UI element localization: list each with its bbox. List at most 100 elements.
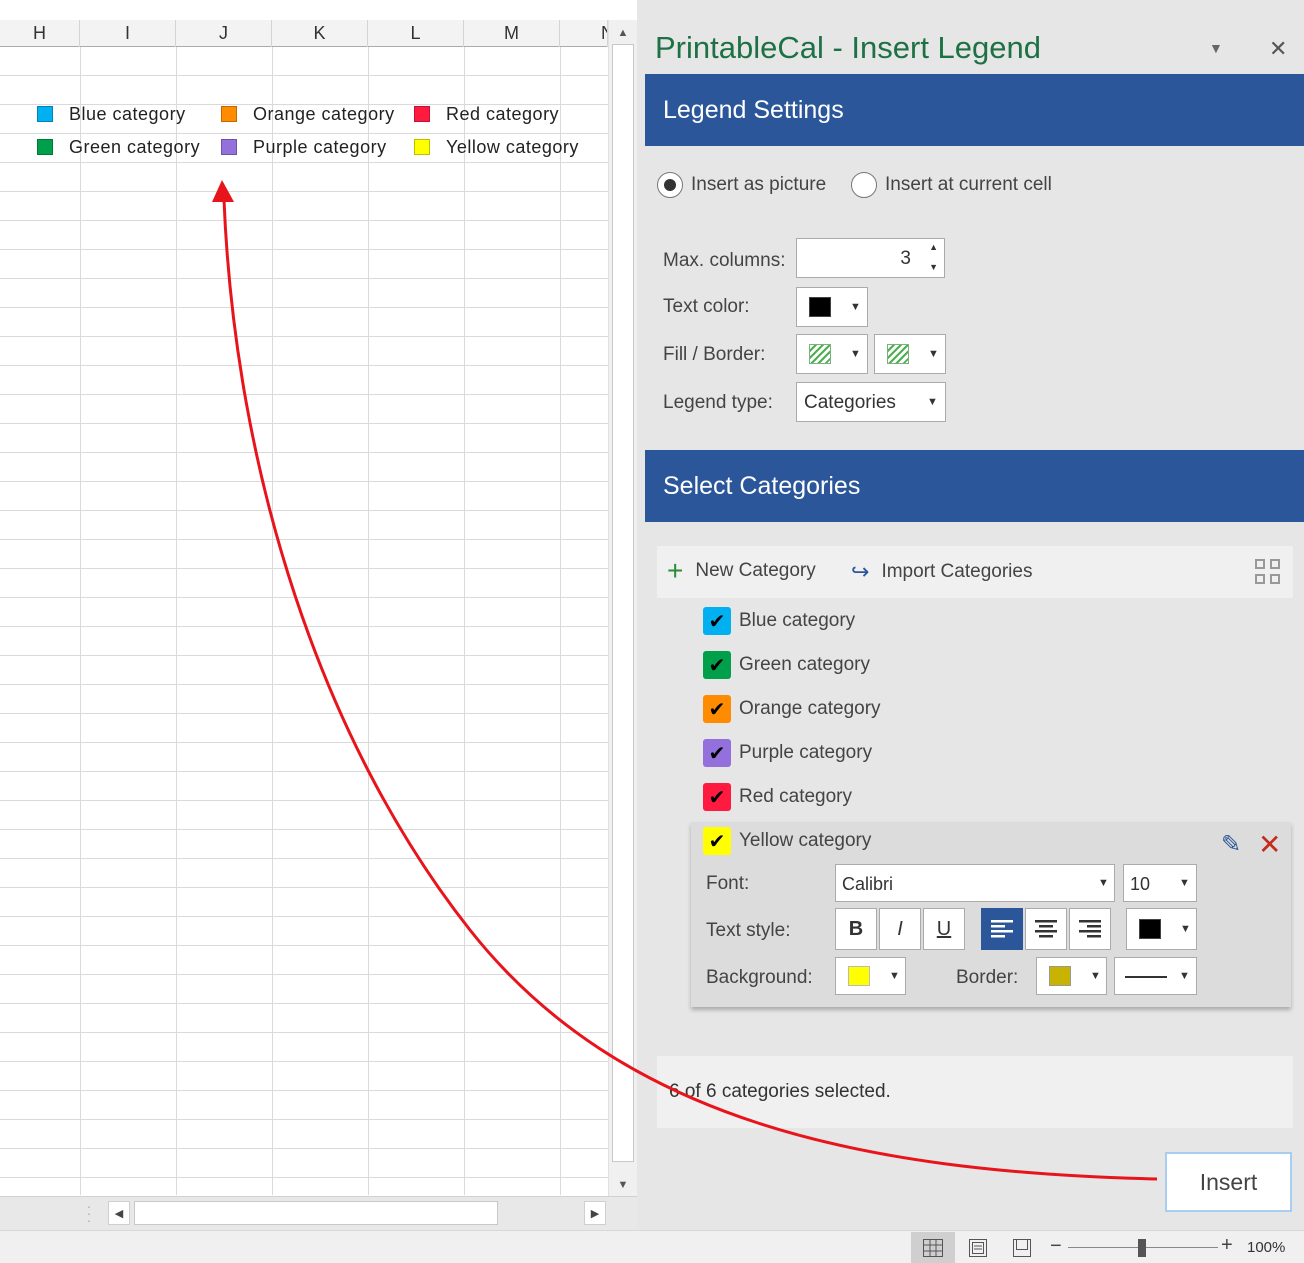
checkbox-checked-icon[interactable]: ✔ [703, 739, 731, 767]
legend-item: Blue category [37, 102, 186, 126]
insert-legend-pane: PrintableCal - Insert Legend ▼ ✕ Legend … [637, 0, 1304, 1230]
italic-button[interactable]: I [879, 908, 921, 950]
normal-view-icon[interactable] [911, 1232, 955, 1263]
cell-grid[interactable] [0, 47, 608, 1195]
pane-options-icon[interactable]: ▼ [1209, 40, 1223, 56]
vertical-scrollbar[interactable]: ▲ ▼ [608, 20, 637, 1196]
select-categories-heading: Select Categories [645, 450, 1304, 522]
chevron-down-icon: ▼ [928, 348, 939, 360]
underline-button[interactable]: U [923, 908, 965, 950]
plus-icon: + [667, 555, 684, 586]
import-categories-button[interactable]: ↪ Import Categories [851, 559, 1032, 585]
checkbox-checked-icon[interactable]: ✔ [703, 651, 731, 679]
spin-down-icon[interactable]: ▼ [929, 262, 938, 272]
import-arrow-icon: ↪ [851, 559, 870, 584]
category-item-red[interactable]: ✔ Red category [703, 782, 852, 812]
border-line-style-select[interactable]: ▼ [1114, 957, 1197, 995]
checkbox-checked-icon[interactable]: ✔ [703, 695, 731, 723]
legend-item: Yellow category [414, 135, 579, 159]
checkbox-checked-icon[interactable]: ✔ [703, 607, 731, 635]
column-header-l[interactable]: L [368, 20, 464, 47]
legend-label: Yellow category [446, 136, 579, 157]
border-color-picker[interactable]: ▼ [874, 334, 946, 374]
split-handle-icon[interactable]: · · · [84, 1199, 94, 1227]
align-right-icon[interactable] [1069, 908, 1111, 950]
category-text-color-picker[interactable]: ▼ [1126, 908, 1197, 950]
scroll-up-icon[interactable]: ▲ [612, 22, 634, 44]
category-item-green[interactable]: ✔ Green category [703, 650, 870, 680]
background-swatch [848, 966, 870, 986]
close-icon[interactable]: ✕ [1269, 36, 1287, 62]
chevron-down-icon: ▼ [889, 970, 900, 982]
zoom-slider-thumb[interactable] [1138, 1239, 1146, 1257]
edit-pencil-icon[interactable]: ✎ [1221, 830, 1241, 859]
inserted-legend[interactable]: Blue category Orange category Red catego… [0, 100, 608, 166]
page-break-view-icon[interactable] [1000, 1232, 1044, 1263]
selection-status-box: 6 of 6 categories selected. [657, 1056, 1293, 1128]
text-color-picker[interactable]: ▼ [796, 287, 868, 327]
align-left-icon[interactable] [981, 908, 1023, 950]
vertical-scroll-thumb[interactable] [612, 44, 634, 1162]
column-header-h[interactable]: H [0, 20, 80, 47]
column-header-k[interactable]: K [272, 20, 368, 47]
line-style-icon [1125, 976, 1167, 978]
insert-at-cell-option[interactable]: Insert at current cell [851, 172, 1052, 198]
category-label: Blue category [739, 610, 856, 631]
border-swatch [887, 344, 909, 364]
insert-button[interactable]: Insert [1165, 1152, 1292, 1212]
category-toolbar: + New Category ↪ Import Categories [657, 546, 1293, 598]
max-columns-stepper[interactable]: 3 ▲ ▼ [796, 238, 945, 278]
legend-label: Orange category [253, 103, 395, 124]
fill-border-label: Fill / Border: [663, 344, 766, 365]
chevron-down-icon: ▼ [1179, 970, 1190, 982]
import-categories-label: Import Categories [881, 561, 1033, 582]
column-header-j[interactable]: J [176, 20, 272, 47]
fill-swatch [809, 344, 831, 364]
category-item-blue[interactable]: ✔ Blue category [703, 606, 855, 636]
max-columns-value: 3 [900, 248, 911, 269]
font-select[interactable]: Calibri ▼ [835, 864, 1115, 902]
column-header-i[interactable]: I [80, 20, 176, 47]
grid-view-icon[interactable] [1255, 559, 1281, 585]
category-item-yellow[interactable]: ✔ Yellow category [703, 826, 871, 856]
category-label: Yellow category [739, 830, 872, 851]
category-item-purple[interactable]: ✔ Purple category [703, 738, 872, 768]
column-header-m[interactable]: M [464, 20, 560, 47]
category-item-orange[interactable]: ✔ Orange category [703, 694, 881, 724]
font-value: Calibri [842, 874, 894, 894]
align-center-icon[interactable] [1025, 908, 1067, 950]
scroll-left-icon[interactable]: ◀ [108, 1201, 130, 1225]
spin-up-icon[interactable]: ▲ [929, 242, 938, 252]
status-bar: − + 100% [0, 1230, 1304, 1263]
text-color-swatch [1139, 919, 1161, 939]
font-size-select[interactable]: 10 ▼ [1123, 864, 1197, 902]
legend-item: Orange category [221, 102, 395, 126]
pane-title: PrintableCal - Insert Legend [655, 30, 1042, 65]
legend-swatch [221, 106, 237, 122]
checkbox-checked-icon[interactable]: ✔ [703, 827, 731, 855]
column-header-n[interactable]: N [560, 20, 608, 47]
fill-color-picker[interactable]: ▼ [796, 334, 868, 374]
horizontal-scroll-thumb[interactable] [134, 1201, 498, 1225]
border-color-select[interactable]: ▼ [1036, 957, 1107, 995]
zoom-in-icon[interactable]: + [1221, 1234, 1233, 1257]
legend-item: Red category [414, 102, 559, 126]
scroll-down-icon[interactable]: ▼ [612, 1174, 634, 1196]
new-category-button[interactable]: + New Category [667, 557, 816, 585]
delete-x-icon[interactable]: ✕ [1258, 828, 1281, 861]
legend-swatch [37, 106, 53, 122]
background-color-picker[interactable]: ▼ [835, 957, 906, 995]
legend-label: Purple category [253, 136, 387, 157]
zoom-out-icon[interactable]: − [1050, 1235, 1062, 1258]
legend-type-select[interactable]: Categories ▼ [796, 382, 946, 422]
zoom-level[interactable]: 100% [1247, 1239, 1285, 1256]
insert-as-picture-option[interactable]: Insert as picture [657, 172, 826, 198]
radio-selected-icon[interactable] [657, 172, 683, 198]
bold-button[interactable]: B [835, 908, 877, 950]
checkbox-checked-icon[interactable]: ✔ [703, 783, 731, 811]
max-columns-label: Max. columns: [663, 250, 786, 271]
radio-unselected-icon[interactable] [851, 172, 877, 198]
page-layout-view-icon[interactable] [956, 1232, 1000, 1263]
scroll-right-icon[interactable]: ▶ [584, 1201, 606, 1225]
text-color-label: Text color: [663, 296, 750, 317]
